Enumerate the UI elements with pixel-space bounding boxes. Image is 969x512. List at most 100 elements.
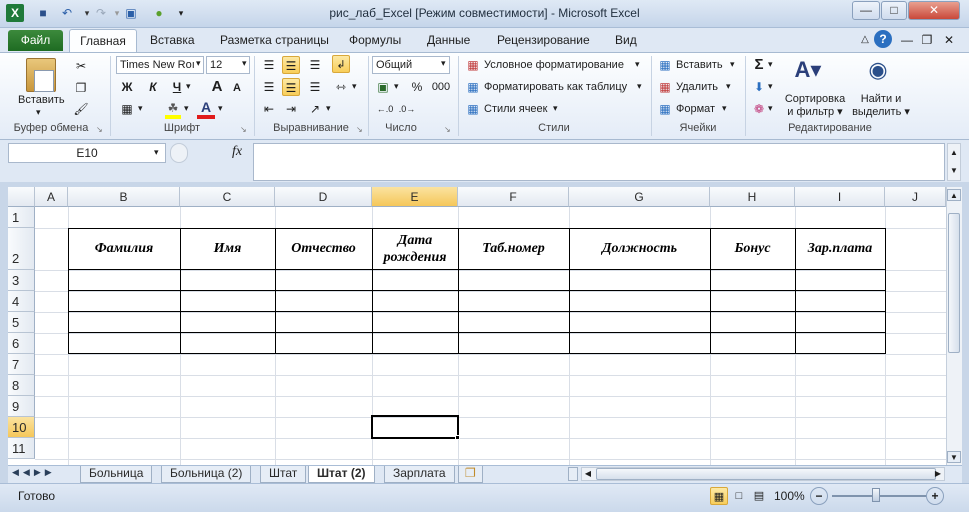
tab-file[interactable]: Файл [8, 30, 63, 51]
currency-dropdown-icon[interactable]: ▾ [394, 81, 399, 92]
tab-formulas[interactable]: Формулы [349, 33, 401, 47]
scroll-left-icon[interactable]: ◀ [582, 468, 594, 480]
page-break-view-icon[interactable]: ▤ [750, 487, 768, 505]
clear-dropdown-icon[interactable]: ▾ [768, 103, 773, 114]
number-format-dropdown-icon[interactable]: ▾ [441, 58, 446, 69]
thousands-button[interactable]: 000 [430, 78, 452, 96]
column-header-b[interactable]: B [68, 187, 180, 207]
cell-styles-icon[interactable]: ▦ [464, 100, 482, 118]
decrease-decimal-icon[interactable]: .0→ [398, 100, 416, 118]
paste-dropdown-icon[interactable]: ▾ [36, 107, 41, 118]
conditional-dropdown-icon[interactable]: ▾ [635, 59, 640, 70]
font-name-combo[interactable]: Times New Roı [116, 56, 204, 74]
doc-minimize-icon[interactable]: — [898, 31, 916, 49]
vertical-scroll-thumb[interactable] [948, 213, 960, 353]
column-header-i[interactable]: I [795, 187, 885, 207]
sort-filter-icon[interactable]: A▾ [792, 57, 824, 91]
tab-insert[interactable]: Вставка [150, 33, 195, 47]
name-box-dropdown-icon[interactable]: ▾ [154, 147, 159, 158]
bold-button[interactable]: Ж [118, 78, 136, 96]
minimize-button[interactable]: — [852, 1, 880, 20]
conditional-format-icon[interactable]: ▦ [464, 56, 482, 74]
row-header-1[interactable]: 1 [8, 207, 35, 228]
column-header-e[interactable]: E [372, 187, 458, 207]
tab-page-layout[interactable]: Разметка страницы [220, 33, 329, 47]
row-header-6[interactable]: 6 [8, 333, 35, 354]
header-cell-position[interactable]: Должность [569, 241, 710, 257]
cut-icon[interactable]: ✂ [72, 57, 90, 75]
align-top-icon[interactable]: ☰ [260, 56, 278, 74]
align-left-icon[interactable]: ☰ [260, 78, 278, 96]
align-bottom-icon[interactable]: ☰ [306, 56, 324, 74]
increase-decimal-icon[interactable]: ←.0 [376, 100, 394, 118]
insert-cells-icon[interactable]: ▦ [656, 56, 674, 74]
close-button[interactable]: ✕ [908, 1, 960, 20]
formula-expand-icon[interactable]: ▲ ▼ [947, 143, 961, 181]
help-icon[interactable]: ? [874, 30, 892, 48]
italic-button[interactable]: К [144, 78, 162, 96]
zoom-in-button[interactable]: + [926, 487, 944, 505]
tab-review[interactable]: Рецензирование [497, 33, 590, 47]
number-format-combo[interactable]: Общий [372, 56, 450, 74]
orientation-dropdown-icon[interactable]: ▾ [326, 103, 331, 114]
clear-icon[interactable]: ❁ [750, 100, 768, 118]
row-header-4[interactable]: 4 [8, 291, 35, 312]
doc-close-icon[interactable]: ✕ [940, 31, 958, 49]
delete-cells-icon[interactable]: ▦ [656, 78, 674, 96]
row-header-3[interactable]: 3 [8, 270, 35, 291]
column-header-g[interactable]: G [569, 187, 710, 207]
sheet-tab-staff-2[interactable]: Штат (2) [308, 466, 375, 483]
tab-home[interactable]: Главная [69, 29, 137, 53]
name-box[interactable]: E10 [8, 143, 166, 163]
tab-data[interactable]: Данные [427, 33, 470, 47]
insert-cells-dropdown-icon[interactable]: ▾ [730, 59, 735, 70]
scroll-down-icon[interactable]: ▼ [947, 451, 961, 463]
font-size-dropdown-icon[interactable]: ▾ [242, 58, 247, 69]
row-header-9[interactable]: 9 [8, 396, 35, 417]
fill-down-icon[interactable]: ⬇ [750, 78, 768, 96]
zoom-slider-thumb[interactable] [872, 488, 880, 502]
clipboard-launcher-icon[interactable]: ↘ [96, 125, 103, 134]
sheet-tab-hospital[interactable]: Больница [80, 466, 153, 483]
format-table-dropdown-icon[interactable]: ▾ [637, 81, 642, 92]
font-launcher-icon[interactable]: ↘ [240, 125, 247, 134]
zoom-level[interactable]: 100% [774, 489, 805, 503]
borders-dropdown-icon[interactable]: ▾ [138, 103, 143, 114]
header-cell-patronymic[interactable]: Отчество [275, 241, 372, 257]
orientation-icon[interactable]: ↗ [306, 100, 324, 118]
column-header-h[interactable]: H [710, 187, 795, 207]
paste-button[interactable]: Вставить [18, 94, 65, 106]
format-cells-dropdown-icon[interactable]: ▾ [722, 103, 727, 114]
number-launcher-icon[interactable]: ↘ [444, 125, 451, 134]
find-select-icon[interactable]: ◉ [862, 57, 894, 91]
column-header-d[interactable]: D [275, 187, 372, 207]
sheet-tab-hospital-2[interactable]: Больница (2) [161, 466, 252, 483]
fill-dropdown-icon[interactable]: ▾ [768, 81, 773, 92]
column-header-j[interactable]: J [885, 187, 946, 207]
horizontal-scroll-thumb[interactable] [596, 468, 936, 480]
font-name-dropdown-icon[interactable]: ▾ [196, 58, 201, 69]
grow-font-button[interactable]: A [208, 78, 226, 96]
ribbon-minimize-icon[interactable]: △ [856, 31, 874, 49]
header-cell-birthdate[interactable]: Дата рождения [372, 232, 458, 266]
currency-icon[interactable]: ▣ [374, 78, 392, 96]
tab-split-handle[interactable] [568, 467, 578, 481]
header-cell-bonus[interactable]: Бонус [710, 241, 795, 257]
tab-view[interactable]: Вид [615, 33, 637, 47]
column-header-f[interactable]: F [458, 187, 569, 207]
font-color-dropdown-icon[interactable]: ▾ [218, 103, 223, 114]
format-cells-button[interactable]: Формат [676, 103, 715, 115]
align-right-icon[interactable]: ☰ [306, 78, 324, 96]
copy-icon[interactable]: ❐ [72, 79, 90, 97]
row-header-11[interactable]: 11 [8, 438, 35, 459]
row-header-7[interactable]: 7 [8, 354, 35, 375]
fill-dropdown-icon[interactable]: ▾ [184, 103, 189, 114]
autosum-dropdown-icon[interactable]: ▾ [768, 59, 773, 70]
sheet-tab-staff[interactable]: Штат [260, 466, 307, 483]
row-header-5[interactable]: 5 [8, 312, 35, 333]
borders-icon[interactable]: ▦ [118, 100, 136, 118]
wrap-text-icon[interactable]: ↲ [332, 55, 350, 73]
scroll-right-icon[interactable]: ▶ [932, 468, 944, 480]
header-cell-tab-number[interactable]: Таб.номер [458, 241, 569, 257]
align-center-icon[interactable]: ☰ [282, 78, 300, 96]
